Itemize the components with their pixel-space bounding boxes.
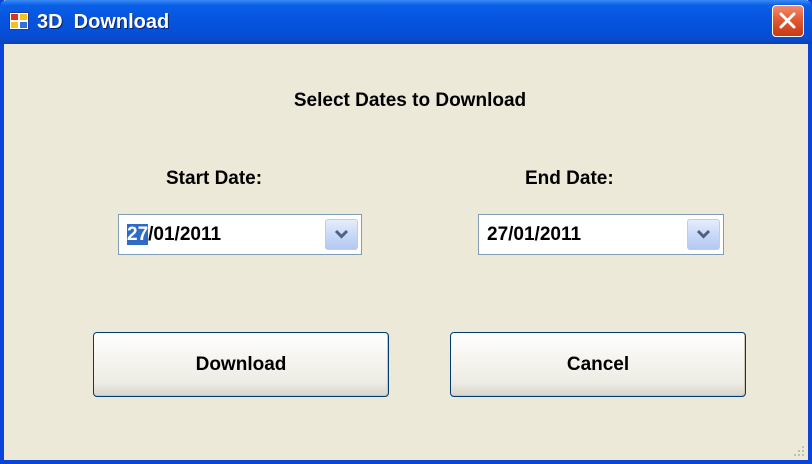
window-title: 3D Download: [37, 11, 170, 33]
end-date-picker[interactable]: 27/01/2011: [478, 214, 724, 255]
title-bar[interactable]: 3D Download: [0, 0, 812, 44]
download-dialog-window: 3D Download Select Dates to Download Sta…: [0, 0, 812, 464]
application-window-icon: [9, 12, 29, 30]
start-date-label: Start Date:: [166, 168, 263, 189]
start-date-day-selected[interactable]: 27: [127, 224, 149, 245]
start-date-value[interactable]: 27/01/2011: [127, 223, 221, 247]
close-button[interactable]: [772, 5, 804, 37]
cancel-button[interactable]: Cancel: [450, 332, 746, 397]
end-date-dropdown-button[interactable]: [687, 219, 720, 250]
start-date-picker[interactable]: 27/01/2011: [118, 214, 362, 255]
dialog-heading: Select Dates to Download: [293, 90, 527, 111]
download-button[interactable]: Download: [93, 332, 389, 397]
resize-grip-icon[interactable]: [790, 442, 806, 458]
end-date-value[interactable]: 27/01/2011: [487, 223, 581, 247]
start-date-month-year[interactable]: /01/2011: [148, 224, 221, 245]
close-icon: [779, 12, 796, 29]
end-date-label: End Date:: [525, 168, 614, 189]
chevron-down-icon: [696, 229, 711, 239]
start-date-dropdown-button[interactable]: [325, 219, 358, 250]
chevron-down-icon: [334, 229, 349, 239]
